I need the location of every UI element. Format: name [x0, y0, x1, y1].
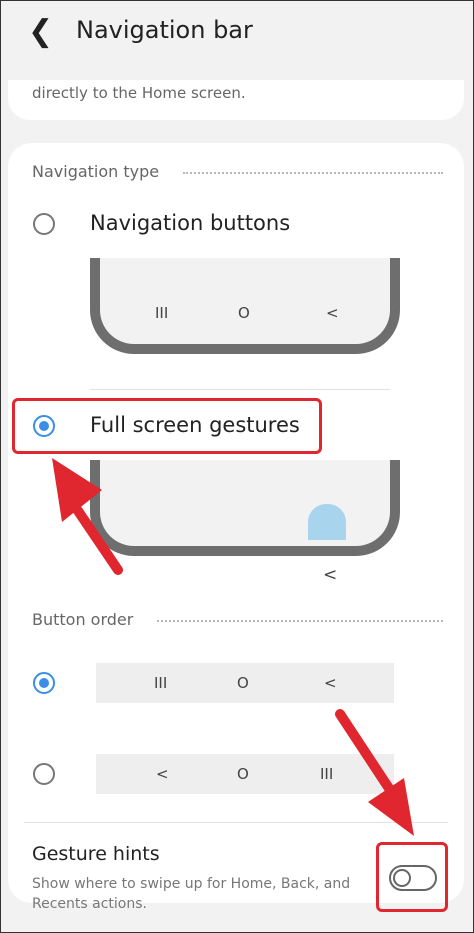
- screenshot-border: [0, 0, 474, 933]
